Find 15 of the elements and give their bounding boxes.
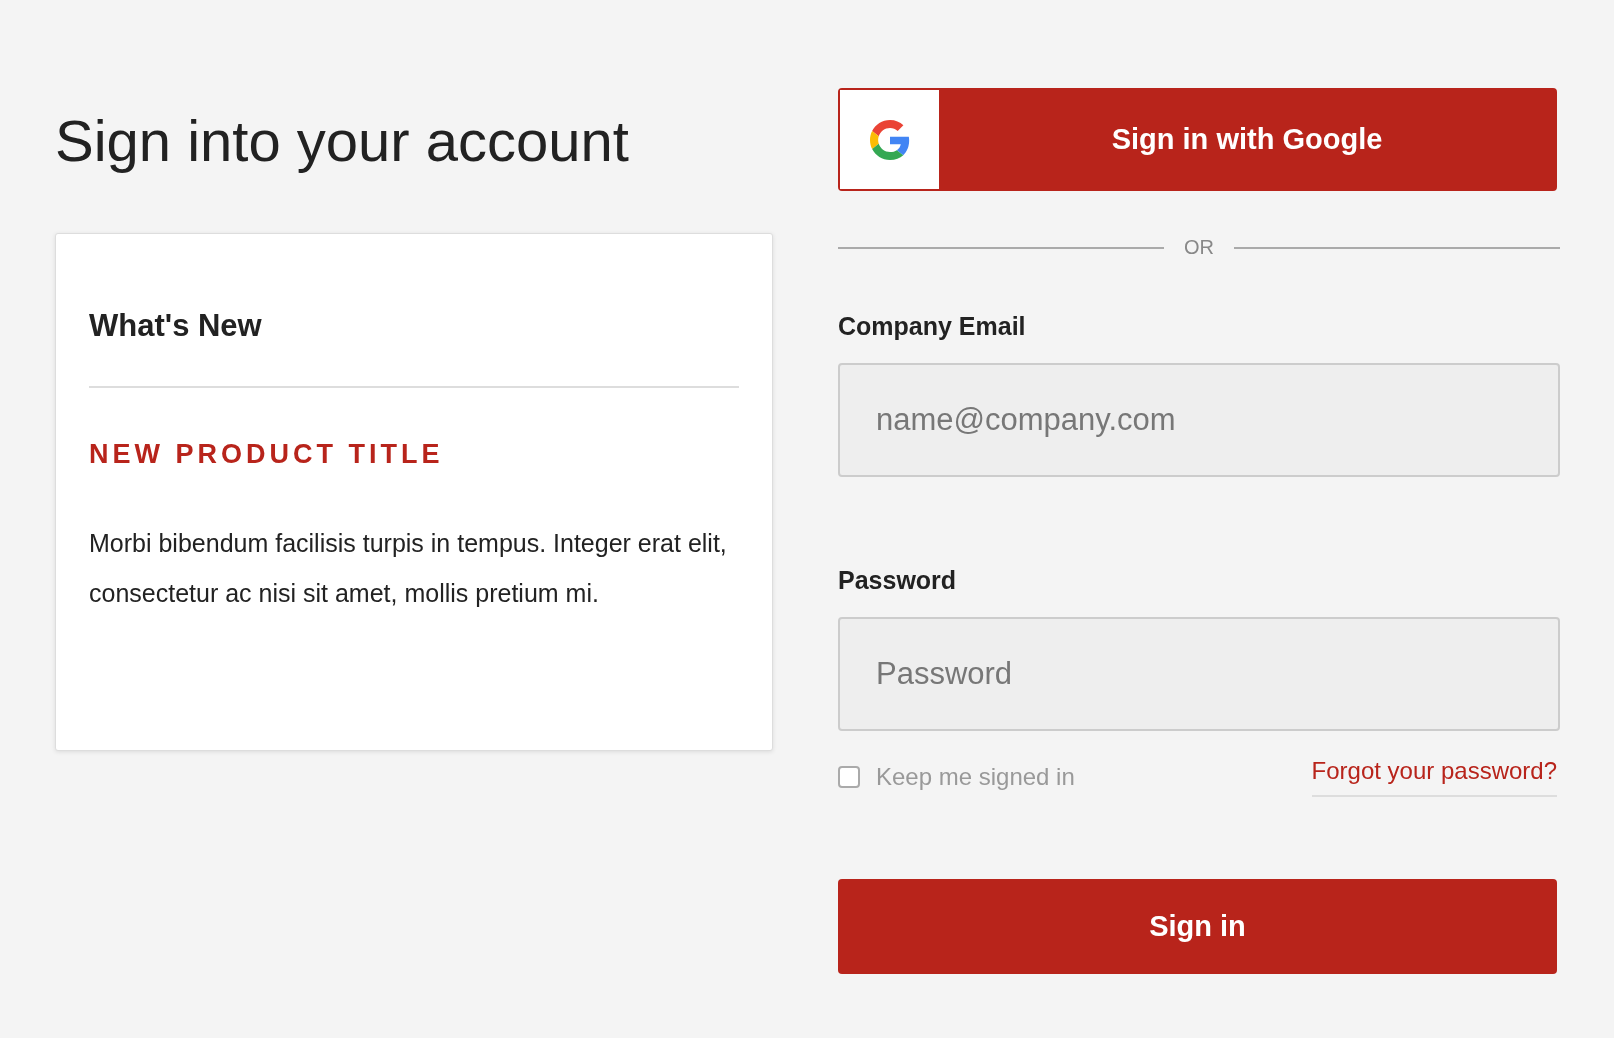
product-title: NEW PRODUCT TITLE <box>89 438 445 471</box>
forgot-password-link[interactable]: Forgot your password? <box>1311 757 1557 797</box>
google-g-icon <box>869 119 910 160</box>
card-title: What's New <box>89 307 263 345</box>
checkbox[interactable] <box>838 766 860 788</box>
field-label: Password <box>838 565 958 596</box>
field-label: Company Email <box>838 311 1027 342</box>
password-field[interactable]: Password <box>838 617 1560 731</box>
checkbox-label: Keep me signed in <box>876 763 1075 791</box>
divider-text: OR <box>1184 236 1214 259</box>
page-title: Sign into your account <box>55 107 630 175</box>
product-description: Morbi bibendum facilisis turpis in tempus. Integer erat elit, consectetur ac nisi sit amet, mollis pretium mi. <box>89 528 728 609</box>
email-field[interactable]: name@company.com <box>838 363 1560 477</box>
sign-in-button[interactable]: Sign in <box>838 879 1557 974</box>
google-sign-in-button[interactable]: Sign in with Google <box>838 88 1557 191</box>
